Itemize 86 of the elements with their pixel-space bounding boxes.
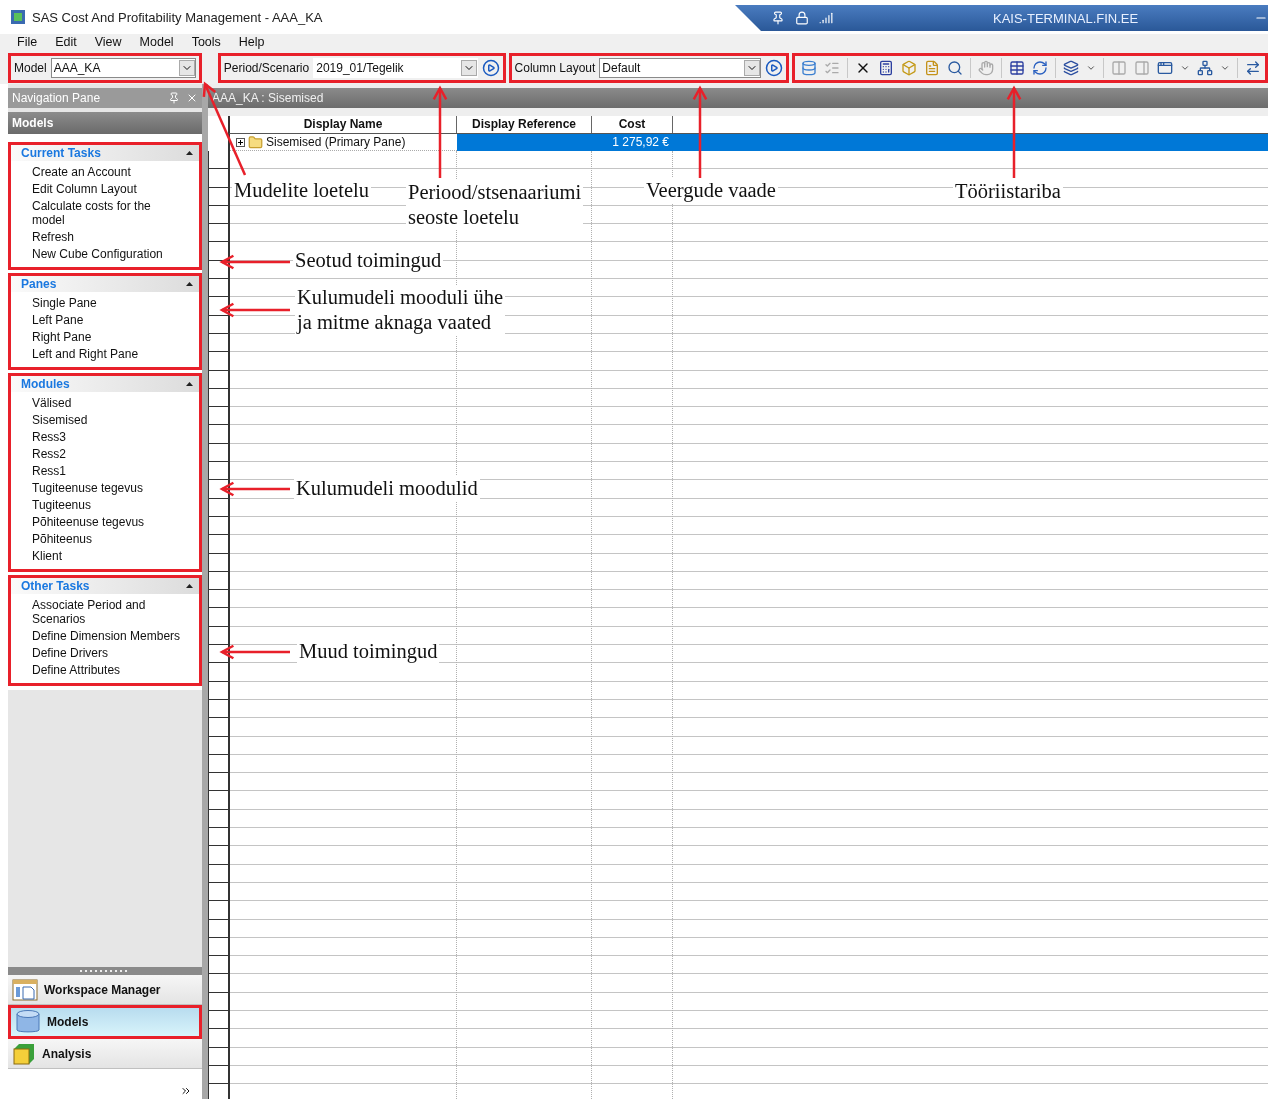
menu-item[interactable]: Tools — [182, 34, 230, 52]
task-link[interactable]: Left Pane — [11, 312, 182, 329]
callout-arrow — [219, 254, 290, 270]
pin-icon[interactable] — [168, 92, 180, 104]
task-link[interactable]: Refresh — [11, 229, 182, 246]
field-label: Model — [14, 61, 47, 75]
task-link[interactable]: Right Pane — [11, 329, 182, 346]
menu-item[interactable]: View — [85, 34, 131, 52]
task-link[interactable]: Sisemised — [11, 412, 182, 429]
task-link[interactable]: Left and Right Pane — [11, 346, 182, 363]
lock-icon[interactable] — [795, 11, 809, 25]
task-link[interactable]: Edit Column Layout — [11, 181, 182, 198]
nav-button[interactable]: Analysis — [8, 1039, 202, 1069]
task-link[interactable]: Tugiteenuse tegevus — [11, 480, 182, 497]
nav-button[interactable]: Models — [8, 1005, 202, 1039]
callout-label: Kulumudeli mooduli ühe ja mitme aknaga vaated — [295, 285, 506, 335]
go-button[interactable] — [765, 59, 784, 77]
task-link[interactable]: Define Drivers — [11, 645, 182, 662]
workspace-icon — [12, 978, 38, 1001]
pane-header: Models — [8, 112, 202, 134]
pane-title: Navigation Pane — [12, 91, 102, 105]
layers-icon[interactable] — [1063, 60, 1080, 76]
column-layout-dropdown[interactable]: Default — [599, 58, 762, 78]
search-icon[interactable] — [947, 60, 964, 76]
column-header[interactable]: Display Reference — [457, 116, 592, 133]
refresh-icon[interactable] — [1032, 60, 1049, 76]
task-link[interactable]: Välised — [11, 395, 182, 412]
caret-icon[interactable] — [1086, 63, 1097, 73]
cube-icon — [12, 1041, 36, 1066]
signal-icon — [819, 11, 833, 25]
collapse-icon[interactable] — [186, 151, 193, 155]
task-link[interactable]: Calculate costs for the model — [11, 198, 182, 229]
menu-item[interactable]: Edit — [46, 34, 86, 52]
app-icon — [10, 9, 26, 25]
task-link[interactable]: Ress1 — [11, 463, 182, 480]
task-link[interactable]: Tugiteenus — [11, 497, 182, 514]
column-header[interactable]: Display Name — [230, 116, 457, 133]
export-icon[interactable] — [1245, 60, 1262, 76]
pin-icon[interactable] — [771, 11, 785, 25]
callout-arrow — [219, 302, 290, 318]
field-label: Column Layout — [514, 61, 596, 75]
column-header[interactable]: Cost — [592, 116, 673, 133]
model-dropdown[interactable]: AAA_KA — [50, 58, 196, 78]
period-dropdown[interactable]: 2019_01/Tegelik — [313, 58, 478, 78]
window-title: SAS Cost And Profitability Management - AAA_KA — [32, 9, 323, 25]
menu-item[interactable]: Model — [130, 34, 183, 52]
caret-icon[interactable] — [1180, 63, 1191, 73]
menu-item[interactable]: Help — [229, 34, 274, 52]
nav-button[interactable]: Workspace Manager — [8, 975, 202, 1005]
task-link[interactable]: Create an Account — [11, 164, 182, 181]
table-cell: Sisemised (Primary Pane) — [266, 135, 406, 149]
task-link[interactable]: New Cube Configuration — [11, 246, 182, 263]
task-link[interactable]: Define Attributes — [11, 662, 182, 679]
callout-label: Kulumudeli moodulid — [294, 476, 480, 501]
expand-icon[interactable] — [236, 137, 245, 147]
task-link[interactable]: Ress3 — [11, 429, 182, 446]
task-link[interactable]: Ress2 — [11, 446, 182, 463]
menu-item[interactable]: File — [8, 34, 47, 52]
caret-icon[interactable] — [1220, 63, 1231, 73]
task-link[interactable]: Põhiteenus — [11, 531, 182, 548]
diagram-icon[interactable] — [1197, 60, 1214, 76]
more-icon[interactable] — [180, 1085, 192, 1097]
collapse-icon[interactable] — [186, 584, 193, 588]
host-name: KAIS-TERMINAL.FIN.EE — [993, 10, 1140, 26]
collapse-icon[interactable] — [186, 382, 193, 386]
close-icon[interactable] — [186, 92, 198, 104]
field-label: Period/Scenario — [223, 61, 310, 75]
folder-icon — [248, 134, 263, 150]
calculator-icon[interactable] — [878, 60, 895, 76]
task-link[interactable]: Define Dimension Members — [11, 628, 182, 645]
task-link[interactable]: Klient — [11, 548, 182, 565]
callout-label: Periood/stsenaariumi seoste loetelu — [406, 180, 584, 230]
go-button[interactable] — [481, 59, 500, 77]
callout-arrow — [219, 644, 290, 660]
collapse-icon[interactable] — [186, 282, 193, 286]
callout-arrow — [219, 481, 290, 497]
view-title: AAA_KA : Sisemised — [208, 88, 1268, 108]
task-link[interactable]: Associate Period and Scenarios — [11, 597, 182, 628]
window-icon[interactable] — [1157, 60, 1174, 76]
table-cell: 1 275,92 € — [592, 134, 673, 151]
table-edit-icon[interactable] — [1009, 60, 1026, 76]
database-icon[interactable] — [801, 60, 818, 76]
task-link[interactable]: Single Pane — [11, 295, 182, 312]
task-link[interactable]: Põhiteenuse tegevus — [11, 514, 182, 531]
callout-label: Veergude vaade — [644, 178, 778, 203]
database-icon — [15, 1009, 41, 1035]
